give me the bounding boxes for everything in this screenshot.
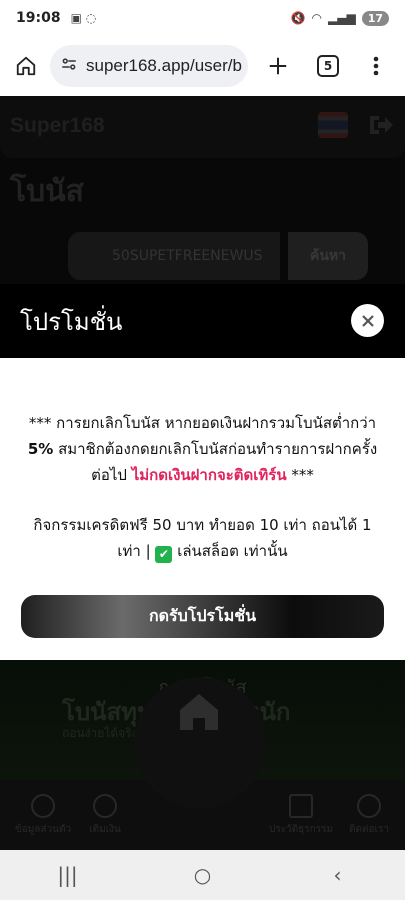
tab-switcher-button[interactable]: 5 — [312, 50, 344, 82]
system-home-icon[interactable]: ○ — [173, 863, 233, 887]
mute-icon: 🔇 — [290, 11, 306, 25]
status-right: 🔇 ◠ ▂▄▆ 17 — [290, 10, 389, 26]
status-bar: 19:08 ▣ ◌ 🔇 ◠ ▂▄▆ 17 — [0, 0, 405, 36]
wifi-icon: ◠ — [311, 11, 322, 25]
notice-warning: ไม่กดเงินฝากจะติดเทิร์น — [131, 466, 287, 484]
recents-icon[interactable]: ||| — [38, 863, 98, 887]
browser-toolbar: super168.app/user/b 5 — [0, 36, 405, 96]
home-icon[interactable] — [10, 50, 42, 82]
modal-title: โปรโมชั่น — [20, 307, 123, 336]
new-tab-icon[interactable] — [262, 50, 294, 82]
notification-icons: ▣ ◌ — [70, 11, 97, 25]
check-mark-icon: ✔ — [155, 546, 173, 563]
system-nav-bar: ||| ○ ‹ — [0, 850, 405, 900]
back-icon[interactable]: ‹ — [308, 863, 368, 887]
more-vert-icon[interactable] — [360, 50, 392, 82]
activity-text: กิจกรรมเครดิตฟรี 50 บาท ทำยอด 10 เท่า ถอ… — [33, 516, 372, 563]
url-text[interactable]: super168.app/user/b — [86, 56, 242, 76]
address-bar[interactable]: super168.app/user/b — [50, 45, 248, 87]
site-settings-icon[interactable] — [60, 55, 78, 77]
signal-icon: ▂▄▆ — [328, 11, 356, 25]
close-button[interactable] — [351, 304, 384, 337]
battery-indicator: 17 — [361, 10, 389, 26]
tab-count: 5 — [317, 55, 339, 77]
modal-body: *** การยกเลิกโบนัส หากยอดเงินฝากรวมโบนัส… — [0, 358, 405, 660]
close-icon — [361, 314, 374, 327]
cancel-bonus-notice: *** การยกเลิกโบนัส หากยอดเงินฝากรวมโบนัส… — [27, 414, 378, 484]
claim-promotion-button[interactable]: กดรับโปรโมชั่น — [21, 595, 384, 638]
modal-header: โปรโมชั่น — [0, 284, 405, 358]
notice-percent: 5% — [27, 440, 54, 458]
status-time: 19:08 — [16, 10, 61, 26]
